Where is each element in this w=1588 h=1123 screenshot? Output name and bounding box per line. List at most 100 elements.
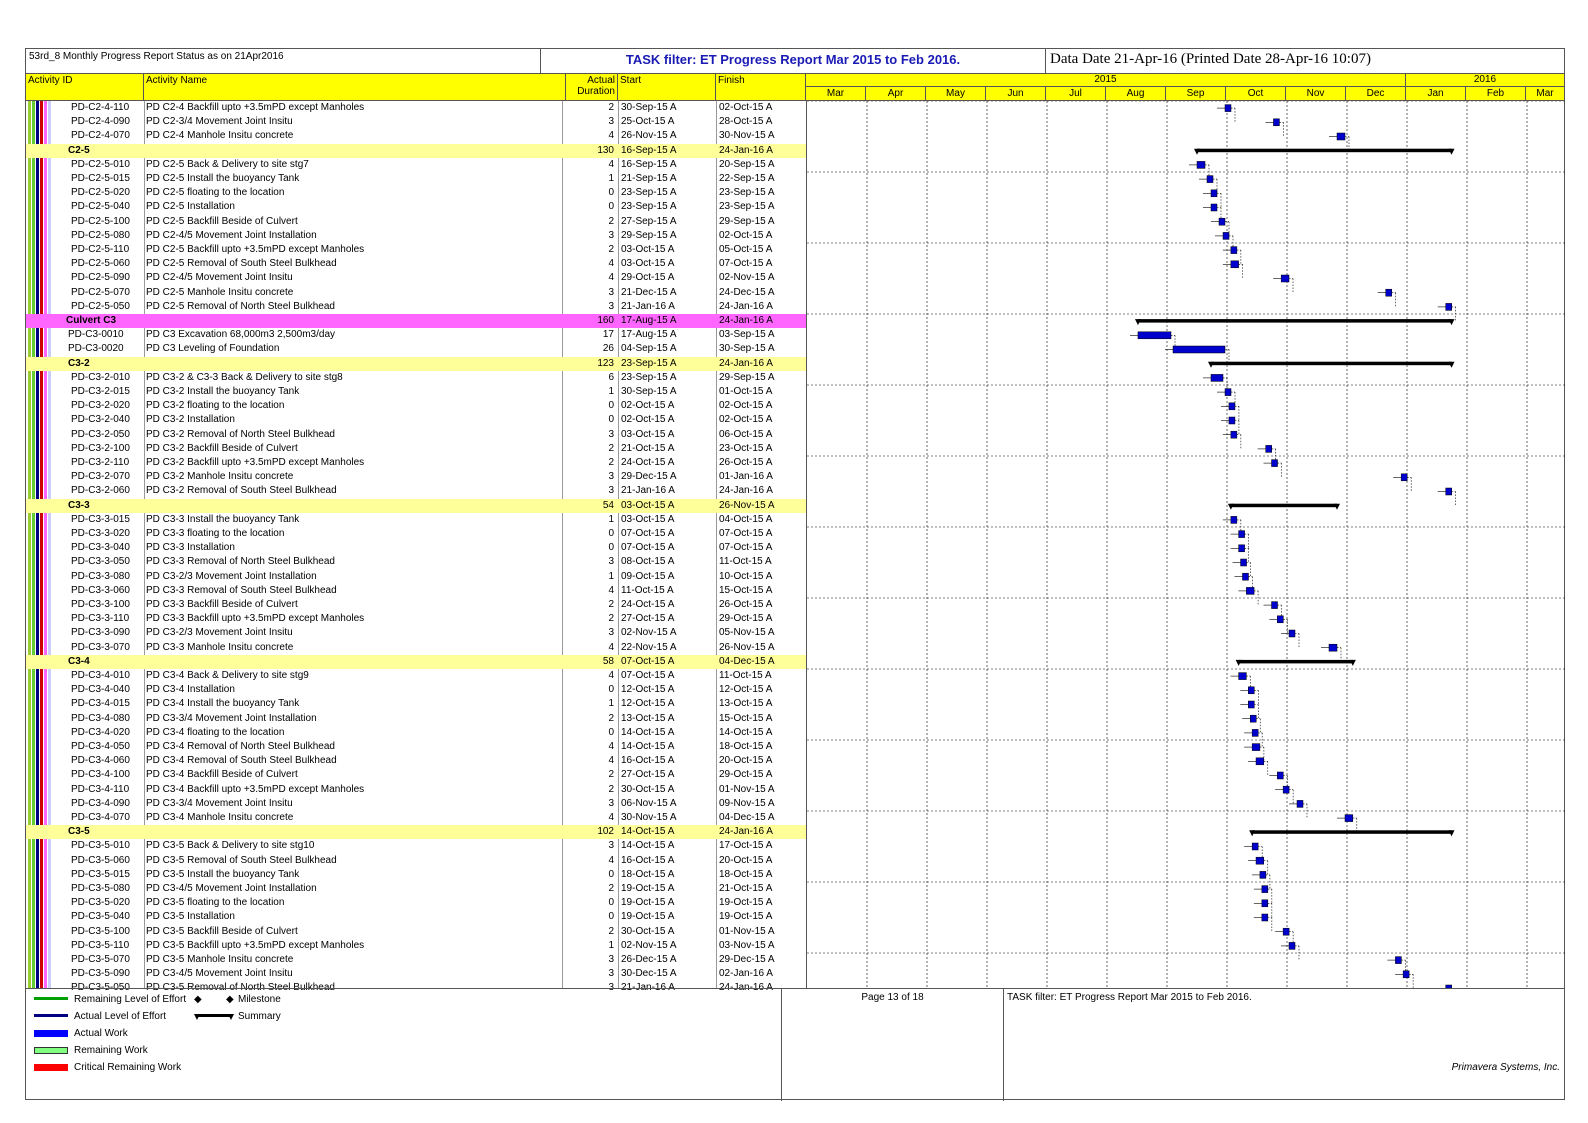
cell-finish: 07-Oct-15 A — [719, 542, 773, 554]
table-row[interactable]: PD-C3-3-040 PD C3-3 Installation 0 07-Oct-1… — [26, 541, 806, 555]
table-row[interactable]: PD-C3-3-090 PD C3-2/3 Movement Joint Insi… — [26, 626, 806, 640]
table-row[interactable]: PD-C3-3-110 PD C3-3 Backfill upto +3.5mPD… — [26, 612, 806, 626]
table-row[interactable]: PD-C3-4-040 PD C3-4 Installation 0 12-Oct-1… — [26, 683, 806, 697]
table-row[interactable]: PD-C3-0020 PD C3 Leveling of Foundation 26… — [26, 342, 806, 356]
table-row[interactable]: PD-C3-4-015 PD C3-4 Install the buoyancy … — [26, 697, 806, 711]
cell-id: PD-C3-4-100 — [71, 769, 130, 781]
cell-finish: 18-Oct-15 A — [719, 868, 773, 880]
table-row[interactable]: PD-C3-4-080 PD C3-3/4 Movement Joint Inst… — [26, 712, 806, 726]
table-row[interactable]: PD-C2-4-110 PD C2-4 Backfill upto +3.5mPD… — [26, 101, 806, 115]
group-row[interactable]: C3-5 102 14-Oct-15 A 24-Jan-16 A — [26, 825, 806, 840]
cell-id: PD-C3-3-060 — [71, 584, 130, 596]
table-row[interactable]: PD-C3-4-090 PD C3-3/4 Movement Joint Insi… — [26, 797, 806, 811]
table-row[interactable]: PD-C3-2-010 PD C3-2 & C3-3 Back & Deliver… — [26, 371, 806, 385]
table-row[interactable]: PD-C3-3-015 PD C3-3 Install the buoyancy … — [26, 513, 806, 527]
table-row[interactable]: PD-C3-3-070 PD C3-3 Manhole Insitu concre… — [26, 641, 806, 655]
table-row[interactable]: PD-C2-5-060 PD C2-5 Removal of South Stee… — [26, 257, 806, 271]
cell-finish: 01-Nov-15 A — [719, 925, 775, 937]
table-row[interactable]: PD-C3-5-040 PD C3-5 Installation 0 19-Oct-1… — [26, 910, 806, 924]
table-row[interactable]: PD-C3-5-070 PD C3-5 Manhole Insitu concre… — [26, 953, 806, 967]
cell-name: PD C3-2 Installation — [146, 414, 235, 426]
table-row[interactable]: PD-C2-4-070 PD C2-4 Manhole Insitu concre… — [26, 129, 806, 143]
cell-name — [146, 655, 566, 669]
table-row[interactable]: PD-C3-0010 PD C3 Excavation 68,000m3 2,50… — [26, 328, 806, 342]
table-row[interactable]: PD-C3-3-080 PD C3-2/3 Movement Joint Inst… — [26, 570, 806, 584]
cell-start: 02-Oct-15 A — [621, 400, 675, 412]
table-row[interactable]: PD-C2-5-090 PD C2-4/5 Movement Joint Insi… — [26, 271, 806, 285]
activity-bar — [1261, 899, 1269, 908]
cell-start: 07-Oct-15 A — [621, 528, 675, 539]
table-row[interactable]: PD-C2-5-040 PD C2-5 Installation 0 23-Sep-1… — [26, 200, 806, 214]
table-row[interactable]: PD-C2-5-020 PD C2-5 floating to the locat… — [26, 186, 806, 200]
cell-start: 16-Sep-15 A — [621, 144, 677, 156]
table-row[interactable]: PD-C3-5-100 PD C3-5 Backfill Beside of Cu… — [26, 925, 806, 939]
table-row[interactable]: PD-C2-5-100 PD C2-5 Backfill Beside of Cu… — [26, 215, 806, 229]
cell-dur: 3 — [608, 428, 614, 440]
table-row[interactable]: PD-C3-4-100 PD C3-4 Backfill Beside of Cu… — [26, 768, 806, 782]
table-row[interactable]: PD-C3-3-050 PD C3-3 Removal of North Stee… — [26, 555, 806, 569]
cell-dur: 2 — [608, 783, 614, 795]
year-scale: 2015 2016 — [806, 74, 1564, 87]
table-row[interactable]: PD-C3-2-020 PD C3-2 floating to the locat… — [26, 399, 806, 413]
table-row[interactable]: PD-C3-2-015 PD C3-2 Install the buoyancy … — [26, 385, 806, 399]
table-row[interactable]: PD-C3-5-020 PD C3-5 floating to the locat… — [26, 896, 806, 910]
table-row[interactable]: PD-C3-4-010 PD C3-4 Back & Delivery to si… — [26, 669, 806, 683]
table-row[interactable]: PD-C3-5-110 PD C3-5 Backfill upto +3.5mPD… — [26, 939, 806, 953]
table-row[interactable]: PD-C3-4-050 PD C3-4 Removal of North Stee… — [26, 740, 806, 754]
table-row[interactable]: PD-C3-2-070 PD C3-2 Manhole Insitu concre… — [26, 470, 806, 484]
footer-task-filter-text: TASK filter: ET Progress Report Mar 2015… — [1007, 992, 1252, 1003]
table-row[interactable]: PD-C3-4-070 PD C3-4 Manhole Insitu concre… — [26, 811, 806, 825]
cell-id: PD-C2-5-090 — [71, 272, 130, 284]
group-row[interactable]: C3-3 54 03-Oct-15 A 26-Nov-15 A — [26, 498, 806, 513]
table-row[interactable]: PD-C3-2-060 PD C3-2 Removal of South Stee… — [26, 484, 806, 498]
cell-finish: 05-Nov-15 A — [719, 627, 775, 639]
month-mar-12: Mar — [1536, 88, 1554, 99]
table-row[interactable]: PD-C3-3-100 PD C3-3 Backfill Beside of Cu… — [26, 598, 806, 612]
col-start[interactable]: Start — [618, 74, 716, 100]
table-row[interactable]: PD-C3-2-100 PD C3-2 Backfill Beside of Cu… — [26, 442, 806, 456]
col-duration[interactable]: Actual Duration — [566, 74, 618, 100]
table-row[interactable]: PD-C3-4-020 PD C3-4 floating to the locat… — [26, 726, 806, 740]
col-activity-id[interactable]: Activity ID — [26, 74, 144, 100]
table-row[interactable]: PD-C2-4-090 PD C2-3/4 Movement Joint Insi… — [26, 115, 806, 129]
table-row[interactable]: PD-C3-2-040 PD C3-2 Installation 0 02-Oct-1… — [26, 413, 806, 427]
cell-id: PD-C3-0020 — [68, 343, 124, 355]
cell-name: PD C3-4 Back & Delivery to site stg9 — [146, 670, 309, 681]
cell-start: 21-Sep-15 A — [621, 173, 677, 184]
cell-name: PD C3-2/3 Movement Joint Insitu — [146, 627, 293, 639]
cell-start: 03-Oct-15 A — [621, 244, 675, 255]
cell-id: PD-C2-5-040 — [71, 201, 130, 213]
cell-id: PD-C2-5-020 — [71, 187, 130, 199]
table-row[interactable]: PD-C3-3-020 PD C3-3 floating to the locat… — [26, 527, 806, 541]
activity-bar — [1271, 459, 1278, 467]
cell-finish: 06-Oct-15 A — [719, 428, 773, 440]
cell-dur: 0 — [608, 414, 614, 426]
cell-dur: 1 — [608, 698, 614, 710]
cell-start: 16-Oct-15 A — [621, 854, 675, 866]
group-row[interactable]: C3-4 58 07-Oct-15 A 04-Dec-15 A — [26, 654, 806, 669]
table-row[interactable]: PD-C3-4-060 PD C3-4 Removal of South Stee… — [26, 754, 806, 768]
table-row[interactable]: PD-C2-5-010 PD C2-5 Back & Delivery to si… — [26, 158, 806, 172]
table-row[interactable]: PD-C3-5-080 PD C3-4/5 Movement Joint Inst… — [26, 882, 806, 896]
table-row[interactable]: PD-C3-5-015 PD C3-5 Install the buoyancy … — [26, 868, 806, 882]
group-row[interactable]: C3-2 123 23-Sep-15 A 24-Jan-16 A — [26, 356, 806, 371]
table-row[interactable]: PD-C3-2-110 PD C3-2 Backfill upto +3.5mPD… — [26, 456, 806, 470]
table-row[interactable]: PD-C3-3-060 PD C3-3 Removal of South Stee… — [26, 584, 806, 598]
col-finish[interactable]: Finish — [716, 74, 806, 100]
table-row[interactable]: PD-C2-5-110 PD C2-5 Backfill upto +3.5mPD… — [26, 243, 806, 257]
table-row[interactable]: PD-C3-4-110 PD C3-4 Backfill upto +3.5mPD… — [26, 783, 806, 797]
group-row[interactable]: C2-5 130 16-Sep-15 A 24-Jan-16 A — [26, 143, 806, 158]
cell-id: PD-C2-5-110 — [71, 244, 130, 255]
group-row[interactable]: Culvert C3 160 17-Aug-15 A 24-Jan-16 A — [26, 314, 806, 329]
table-row[interactable]: PD-C2-5-050 PD C2-5 Removal of North Stee… — [26, 300, 806, 314]
col-activity-name[interactable]: Activity Name — [144, 74, 566, 100]
cell-name: PD C2-5 Manhole Insitu concrete — [146, 286, 294, 298]
table-row[interactable]: PD-C3-5-060 PD C3-5 Removal of South Stee… — [26, 854, 806, 868]
table-row[interactable]: PD-C3-5-010 PD C3-5 Back & Delivery to si… — [26, 839, 806, 853]
table-row[interactable]: PD-C2-5-080 PD C2-4/5 Movement Joint Inst… — [26, 229, 806, 243]
table-row[interactable]: PD-C2-5-070 PD C2-5 Manhole Insitu concre… — [26, 286, 806, 300]
table-row[interactable]: PD-C3-2-050 PD C3-2 Removal of North Stee… — [26, 428, 806, 442]
table-row[interactable]: PD-C3-5-090 PD C3-4/5 Movement Joint Insi… — [26, 967, 806, 981]
table-row[interactable]: PD-C2-5-015 PD C2-5 Install the buoyancy … — [26, 172, 806, 186]
cell-name — [146, 825, 566, 839]
